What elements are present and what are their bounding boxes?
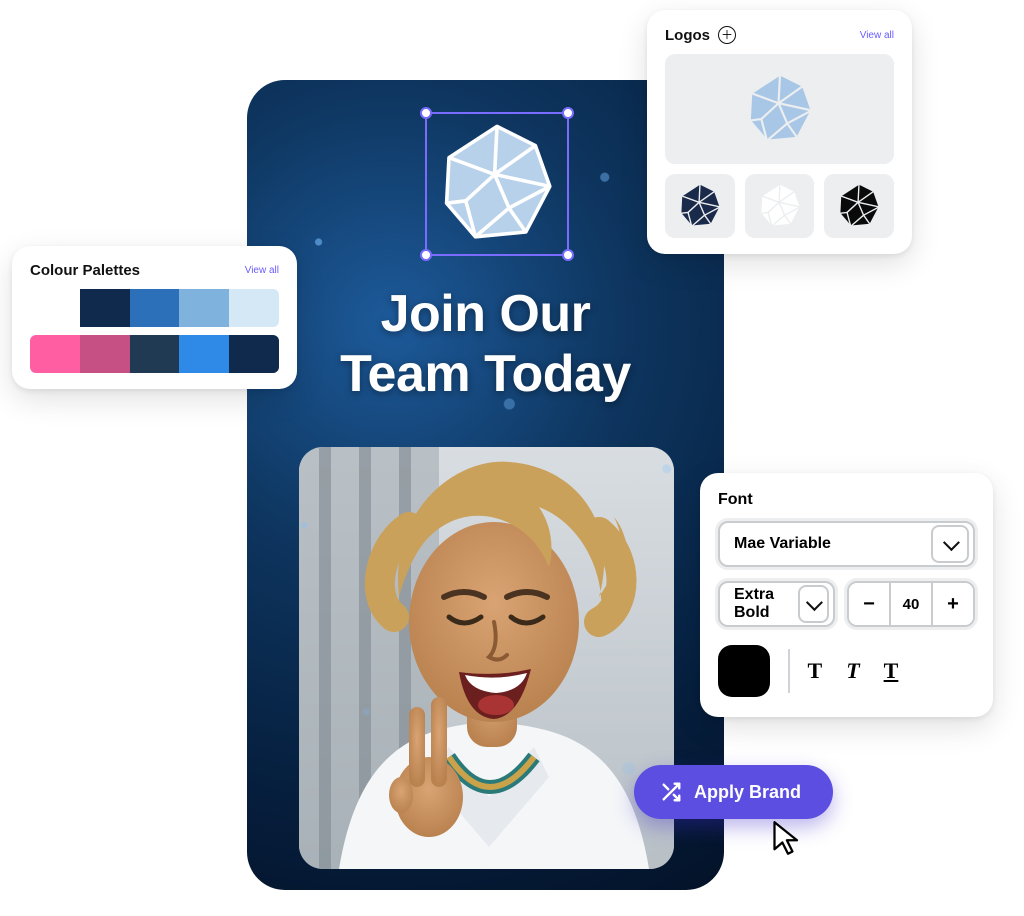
palette-swatch[interactable] bbox=[80, 289, 130, 327]
palette-swatch[interactable] bbox=[179, 335, 229, 373]
palette-swatch[interactable] bbox=[130, 335, 180, 373]
font-weight-value: Extra Bold bbox=[734, 586, 798, 622]
font-panel: Font Mae Variable Extra Bold − 40 + T T … bbox=[700, 473, 993, 717]
brand-logo-icon bbox=[677, 183, 723, 229]
font-family-select[interactable]: Mae Variable bbox=[718, 521, 975, 567]
brand-logo-icon bbox=[836, 183, 882, 229]
logos-title: Logos bbox=[665, 27, 710, 44]
brand-logo-icon[interactable] bbox=[437, 124, 557, 244]
logos-panel: Logos ＋ View all bbox=[647, 10, 912, 254]
cursor-icon bbox=[770, 820, 806, 856]
font-size-value[interactable]: 40 bbox=[889, 583, 933, 625]
colour-palettes-panel: Colour Palettes View all bbox=[12, 246, 297, 389]
palette-swatch[interactable] bbox=[30, 289, 80, 327]
underline-toggle[interactable]: T bbox=[884, 658, 899, 684]
headline-text[interactable]: Join Our Team Today bbox=[247, 285, 724, 405]
palette-swatch[interactable] bbox=[229, 289, 279, 327]
palette-swatch[interactable] bbox=[179, 289, 229, 327]
resize-handle-bl[interactable] bbox=[420, 249, 432, 261]
chevron-down-icon[interactable] bbox=[798, 585, 829, 623]
resize-handle-tr[interactable] bbox=[562, 107, 574, 119]
shuffle-icon bbox=[660, 781, 682, 803]
palettes-title: Colour Palettes bbox=[30, 262, 140, 279]
logo-thumbnail[interactable] bbox=[745, 174, 815, 238]
decrease-size-button[interactable]: − bbox=[849, 583, 889, 625]
logo-thumbnail-featured[interactable] bbox=[665, 54, 894, 164]
hero-photo[interactable] bbox=[299, 447, 674, 869]
apply-brand-label: Apply Brand bbox=[694, 782, 801, 803]
palette-swatch[interactable] bbox=[130, 289, 180, 327]
logo-selection-box[interactable] bbox=[425, 112, 569, 256]
font-title: Font bbox=[718, 491, 975, 509]
palettes-view-all-link[interactable]: View all bbox=[245, 265, 279, 276]
palette-swatch[interactable] bbox=[80, 335, 130, 373]
palette-row[interactable] bbox=[30, 289, 279, 327]
divider bbox=[788, 649, 790, 693]
font-color-swatch[interactable] bbox=[718, 645, 770, 697]
palette-row[interactable] bbox=[30, 335, 279, 373]
resize-handle-br[interactable] bbox=[562, 249, 574, 261]
logo-thumbnail[interactable] bbox=[824, 174, 894, 238]
logos-view-all-link[interactable]: View all bbox=[860, 30, 894, 41]
resize-handle-tl[interactable] bbox=[420, 107, 432, 119]
add-logo-button[interactable]: ＋ bbox=[718, 26, 736, 44]
brand-logo-icon bbox=[744, 73, 816, 145]
apply-brand-button[interactable]: Apply Brand bbox=[634, 765, 833, 819]
palette-swatch[interactable] bbox=[30, 335, 80, 373]
bold-toggle[interactable]: T bbox=[808, 658, 823, 684]
logo-thumbnail[interactable] bbox=[665, 174, 735, 238]
chevron-down-icon[interactable] bbox=[931, 525, 969, 563]
italic-toggle[interactable]: T bbox=[846, 658, 859, 684]
increase-size-button[interactable]: + bbox=[933, 583, 973, 625]
font-size-stepper: − 40 + bbox=[847, 581, 975, 627]
brand-logo-icon bbox=[757, 183, 803, 229]
font-weight-select[interactable]: Extra Bold bbox=[718, 581, 835, 627]
palette-swatch[interactable] bbox=[229, 335, 279, 373]
font-family-value: Mae Variable bbox=[734, 535, 831, 553]
